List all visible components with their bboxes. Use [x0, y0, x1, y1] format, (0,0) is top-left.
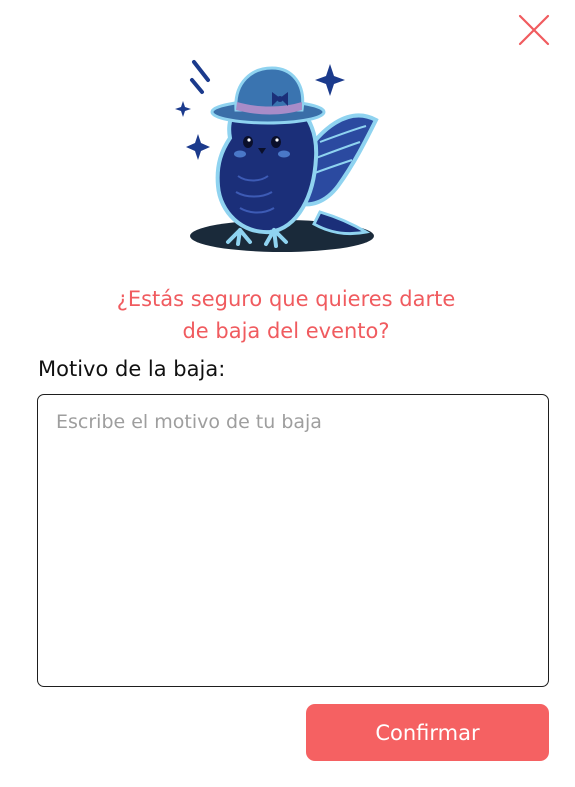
cancel-confirmation-question: ¿Estás seguro que quieres darte de baja … — [60, 283, 512, 347]
close-icon — [518, 14, 550, 46]
reason-textarea[interactable] — [37, 394, 549, 687]
close-button[interactable] — [514, 10, 554, 50]
confirm-button[interactable]: Confirmar — [306, 704, 549, 761]
question-line-1: ¿Estás seguro que quieres darte — [116, 287, 456, 311]
cancel-registration-dialog: ¿Estás seguro que quieres darte de baja … — [0, 0, 575, 787]
bird-with-hat-illustration — [170, 46, 390, 258]
reason-label: Motivo de la baja: — [38, 357, 226, 381]
question-line-2: de baja del evento? — [182, 319, 390, 343]
